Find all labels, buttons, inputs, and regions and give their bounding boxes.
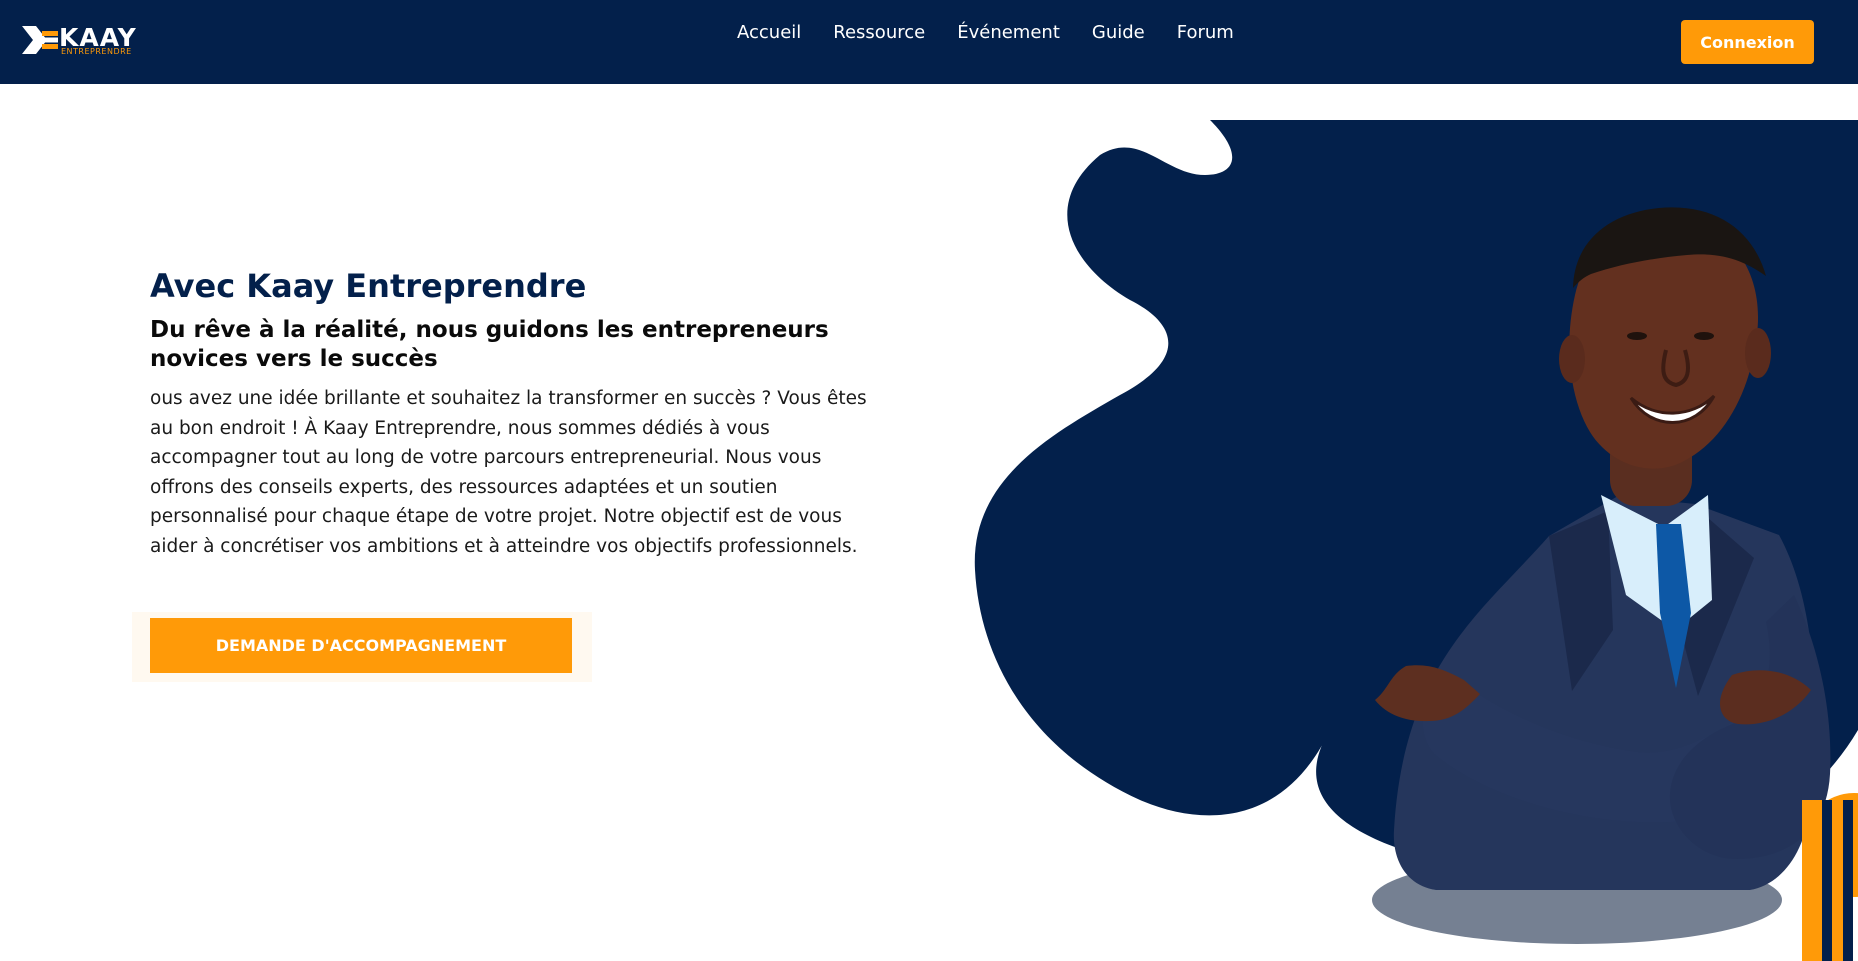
nav-link-guide[interactable]: Guide [1092,21,1145,45]
hero-text: Avec Kaay Entreprendre Du rêve à la réal… [150,262,890,562]
login-button[interactable]: Connexion [1681,20,1814,64]
cta-container: DEMANDE D'ACCOMPAGNEMENT [132,612,592,682]
nav-link-accueil[interactable]: Accueil [737,21,801,45]
request-support-button[interactable]: DEMANDE D'ACCOMPAGNEMENT [150,618,572,673]
orange-stripe-accent [1802,793,1858,961]
left-ear [1559,335,1585,383]
businessman-illustration [974,120,1858,961]
logo-tagline: ENTREPRENDRE [61,47,132,56]
nav-link-ressource[interactable]: Ressource [833,21,925,45]
nav-link-evenement[interactable]: Événement [957,21,1060,45]
hero-title: Avec Kaay Entreprendre [150,267,587,305]
hero-description: ous avez une idée brillante et souhaitez… [150,388,867,557]
right-ear [1745,328,1771,378]
left-eye [1627,332,1647,340]
logo-chevron-icon [22,26,58,54]
kaay-logo[interactable]: KAAY ENTREPRENDRE [22,22,136,58]
nav-link-forum[interactable]: Forum [1177,21,1234,45]
site-header: KAAY ENTREPRENDRE Accueil Ressource Évén… [0,0,1858,84]
main-navigation: Accueil Ressource Événement Guide Forum [737,21,1234,45]
hero-subtitle: Du rêve à la réalité, nous guidons les e… [150,317,829,372]
right-eye [1694,332,1714,340]
hero-illustration [960,110,1858,961]
